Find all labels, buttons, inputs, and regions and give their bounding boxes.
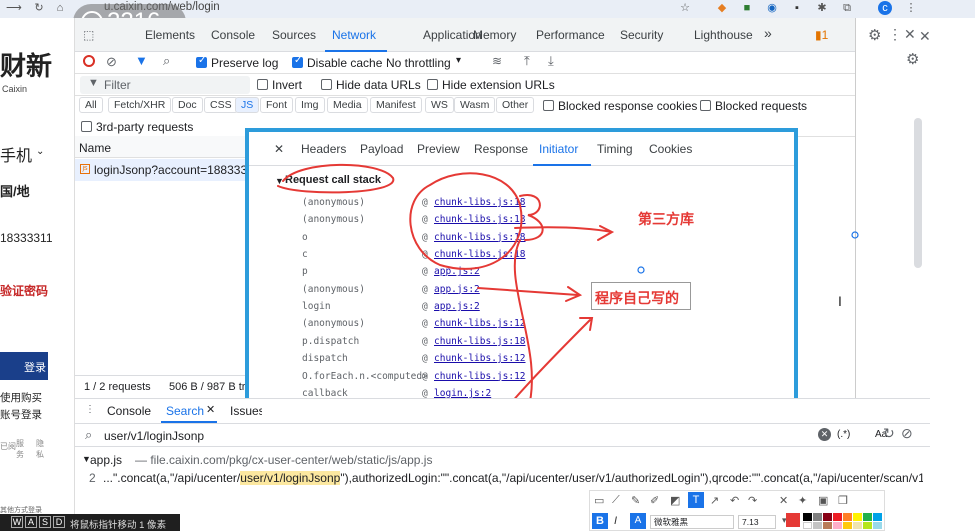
color-swatch[interactable] — [863, 513, 872, 521]
result-file-path: — file.caixin.com/pkg/cx-user-center/web… — [135, 453, 433, 467]
hint-text: 将鼠标指针移动 1 像素 — [70, 520, 167, 531]
keystroke-overlay: W A S D 将鼠标指针移动 1 像素 — [0, 514, 180, 531]
color-swatch[interactable] — [823, 522, 832, 529]
bottom-drawer: ⋮ Console Search ✕ Issues ⌕ user/v1/logi… — [75, 398, 930, 488]
color-swatch[interactable] — [873, 522, 882, 529]
pen-tool-icon[interactable]: ✎ — [631, 494, 640, 507]
undo-icon[interactable]: ↶ — [730, 494, 739, 507]
font-color-icon[interactable]: A — [630, 513, 646, 529]
clear-search-icon[interactable]: ✕ — [818, 428, 831, 441]
color-swatch[interactable] — [853, 522, 862, 529]
search-icon: ⌕ — [85, 427, 93, 442]
drawer-tab-console[interactable]: Console — [107, 404, 151, 418]
text-cursor-icon: I — [838, 293, 842, 309]
circle-stroke — [277, 163, 395, 194]
cancel-icon[interactable]: ✕ — [779, 494, 788, 507]
search-input[interactable]: user/v1/loginJsonp — [104, 429, 204, 443]
pin-icon[interactable]: ✦ — [798, 494, 807, 507]
arrow-tool-icon[interactable]: ↗ — [710, 494, 719, 507]
rect-tool-icon[interactable]: ▭ — [594, 494, 604, 507]
color-swatch[interactable] — [833, 513, 842, 521]
font-family-select[interactable]: 微软雅黑 — [650, 515, 734, 529]
result-line-text[interactable]: ...".concat(a,"/api/ucenter/user/v1/logi… — [103, 471, 923, 485]
color-swatch[interactable] — [843, 513, 852, 521]
color-swatch[interactable] — [863, 522, 872, 529]
selected-color-swatch[interactable] — [786, 513, 800, 527]
key-a: A — [25, 516, 37, 528]
handle-dot — [637, 266, 645, 274]
regex-toggle[interactable]: (.*) — [837, 429, 850, 440]
mosaic-tool-icon[interactable]: ◩ — [670, 494, 680, 507]
marker-tool-icon[interactable]: ✐ — [650, 494, 659, 507]
result-line-content: ...".concat(a,"/api/ucenter/user/v1/logi… — [103, 471, 923, 485]
color-swatch[interactable] — [813, 513, 822, 521]
redo-icon[interactable]: ↷ — [748, 494, 757, 507]
drawer-tab-search[interactable]: Search — [166, 404, 204, 418]
arrow-stroke — [514, 225, 615, 241]
color-swatch[interactable] — [853, 513, 862, 521]
search-match-highlight: user/v1/loginJsonp — [240, 471, 341, 485]
color-swatch[interactable] — [873, 513, 882, 521]
result-file-name[interactable]: app.js — [90, 453, 122, 467]
key-d: D — [53, 516, 65, 528]
annotation-stroke — [513, 239, 533, 411]
refresh-icon[interactable]: ↻ — [883, 425, 895, 442]
brace-stroke — [519, 194, 544, 241]
drawer-menu-icon[interactable]: ⋮ — [85, 404, 95, 415]
bold-toggle[interactable]: B — [592, 513, 608, 529]
color-swatch[interactable] — [843, 522, 852, 529]
clear-icon[interactable]: ⊘ — [901, 425, 913, 442]
color-swatch[interactable] — [803, 522, 812, 529]
circle-stroke — [409, 172, 523, 270]
color-swatch[interactable] — [803, 513, 812, 521]
annotation-toolbar: ▭ ⟋ ✎ ✐ ◩ T ↗ ↶ ↷ ✕ ✦ ▣ ❐ B I A 微软雅黑 7.1… — [589, 490, 885, 531]
annotation-third-party: 第三方库 — [638, 211, 694, 227]
result-line-number: 2 — [89, 471, 96, 485]
annotation-own-code: 程序自己写的 — [591, 282, 691, 310]
copy-icon[interactable]: ❐ — [838, 494, 848, 507]
key-s: S — [39, 516, 51, 528]
color-swatch[interactable] — [823, 513, 832, 521]
italic-toggle[interactable]: I — [614, 515, 617, 527]
key-w: W — [11, 516, 23, 528]
font-size-input[interactable]: 7.13 — [738, 515, 776, 529]
text-tool-icon[interactable]: T — [688, 492, 704, 508]
close-search-icon[interactable]: ✕ — [206, 403, 215, 416]
save-icon[interactable]: ▣ — [818, 494, 828, 507]
color-palette — [803, 513, 883, 529]
arrow-stroke — [504, 317, 594, 411]
color-swatch[interactable] — [813, 522, 822, 529]
line-tool-icon[interactable]: ⟋ — [612, 494, 620, 507]
drawer-tab-issues[interactable]: Issues — [230, 404, 262, 418]
search-bar: ⌕ user/v1/loginJsonp ✕ (.*) Aa ↻ ⊘ — [75, 423, 930, 447]
arrow-stroke — [477, 286, 583, 302]
color-swatch[interactable] — [833, 522, 842, 529]
handle-dot — [851, 231, 859, 239]
